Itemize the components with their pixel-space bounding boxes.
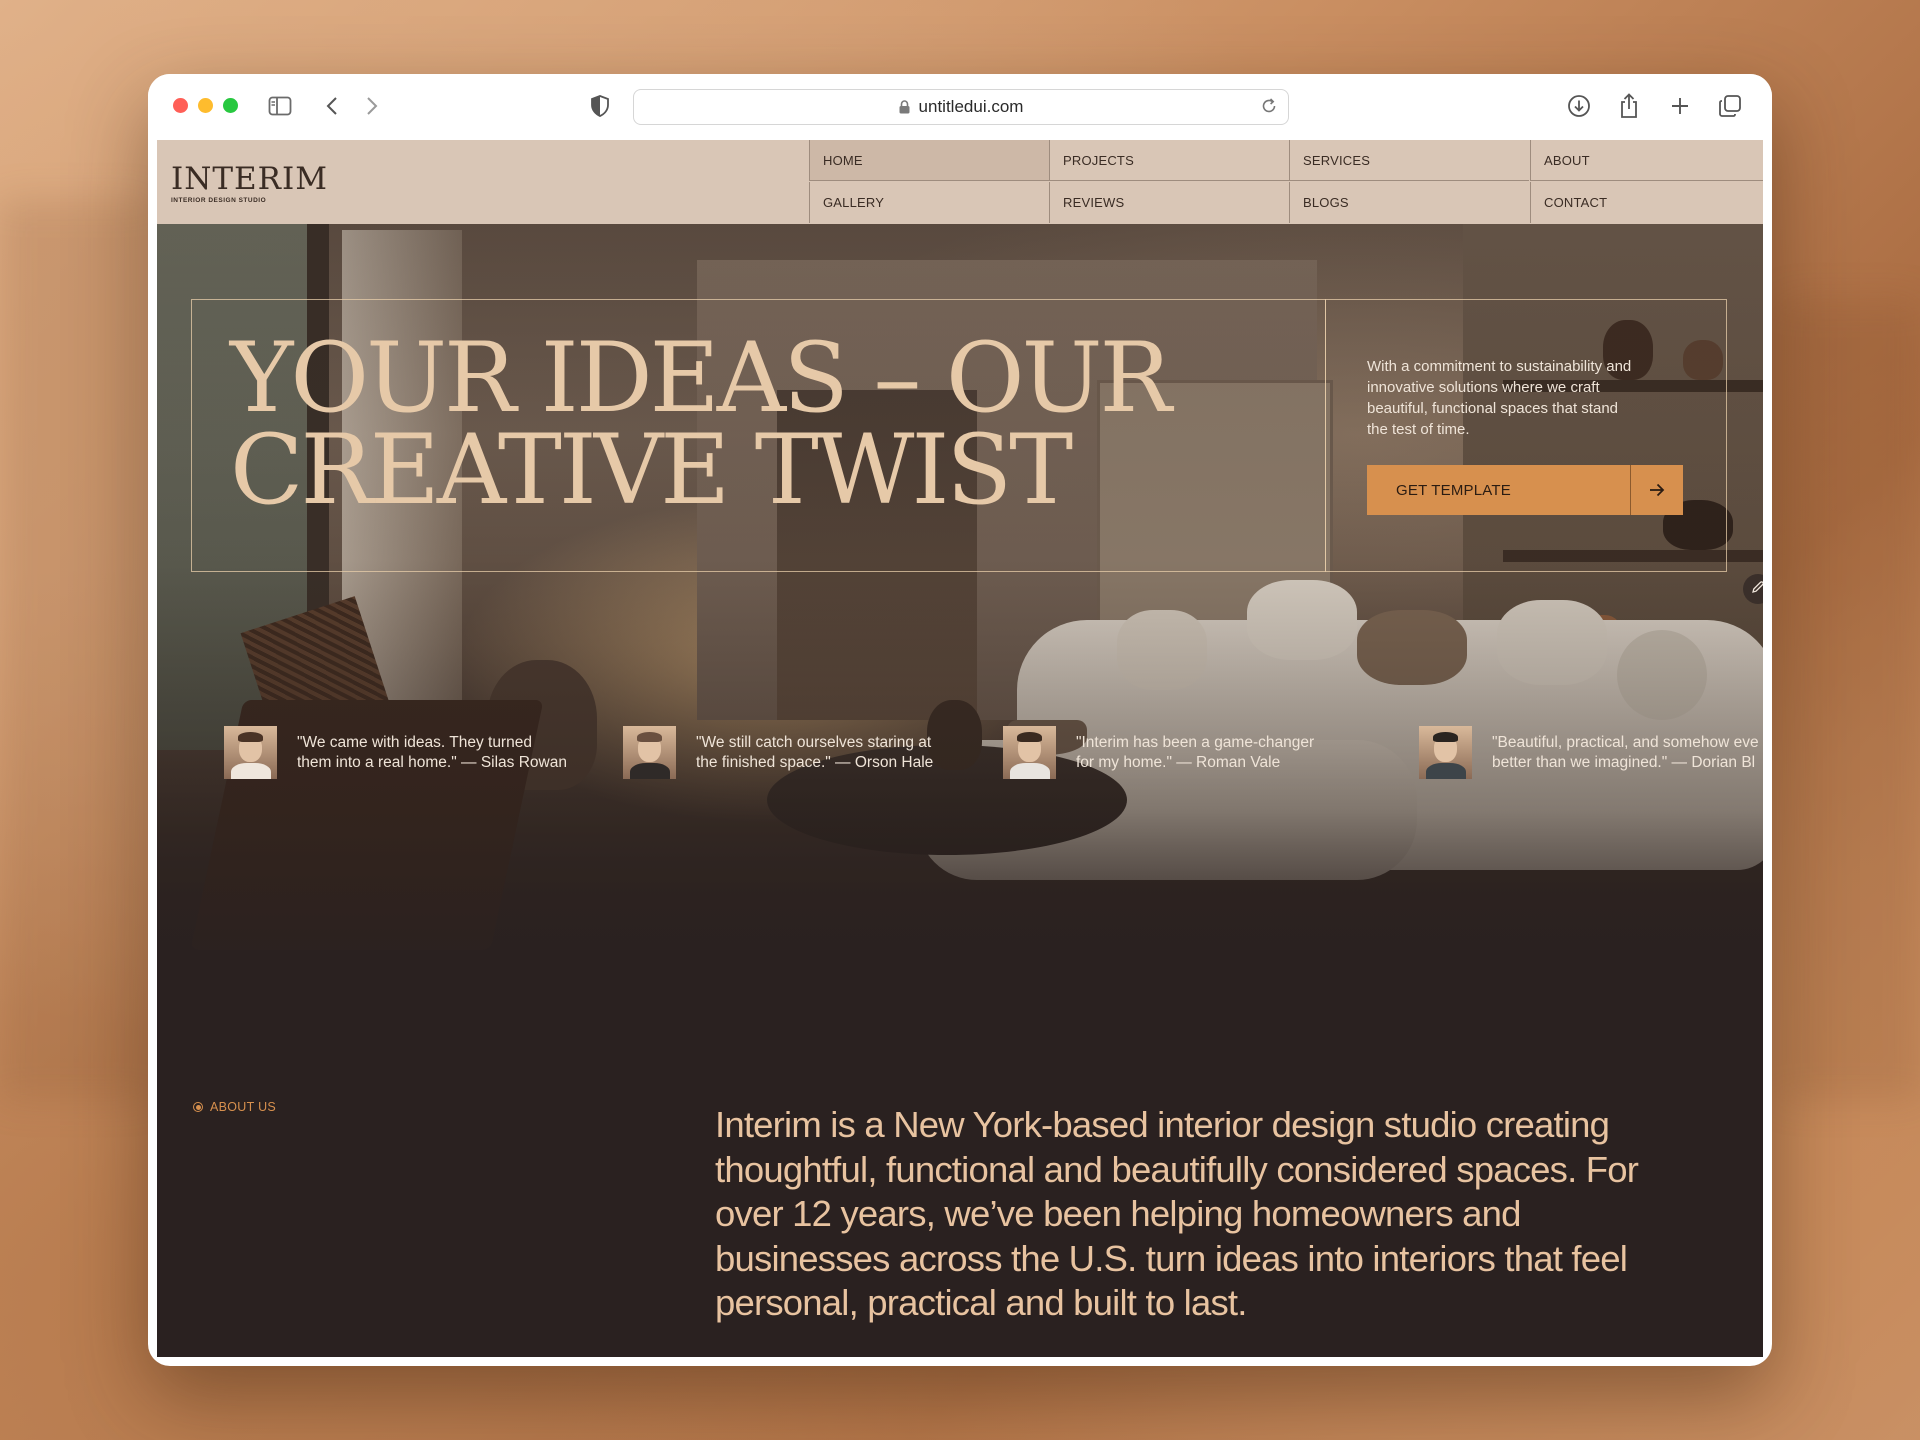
avatar	[1003, 726, 1056, 779]
hero-content: YOUR IDEAS – OUR CREATIVE TWIST With a c…	[191, 299, 1762, 574]
testimonial-item: "Interim has been a game-changer for my …	[1003, 726, 1314, 779]
forward-icon[interactable]	[358, 92, 386, 120]
about-us-tag: ABOUT US	[193, 1100, 276, 1114]
sidebar-toggle-icon[interactable]	[266, 92, 294, 120]
site-logo[interactable]: INTERIM INTERIOR DESIGN STUDIO	[171, 161, 329, 205]
tab-overview-icon[interactable]	[1716, 92, 1744, 120]
testimonial-quote: "We came with ideas. They turned them in…	[297, 733, 567, 771]
browser-toolbar: untitledui.com	[148, 74, 1772, 140]
target-dot-icon	[193, 1102, 203, 1112]
testimonial-quote: "We still catch ourselves staring at the…	[696, 733, 934, 771]
testimonial-item: "Beautiful, practical, and somehow eve b…	[1419, 726, 1759, 779]
nav-about[interactable]: ABOUT	[1530, 140, 1763, 181]
arrow-right-icon	[1630, 465, 1683, 515]
share-icon[interactable]	[1615, 92, 1643, 120]
close-window-button[interactable]	[173, 98, 188, 113]
address-bar[interactable]: untitledui.com	[633, 89, 1289, 125]
pencil-icon	[1751, 580, 1763, 599]
testimonial-item: "We still catch ourselves staring at the…	[623, 726, 933, 779]
logo-wordmark: INTERIM	[171, 161, 329, 197]
testimonials-ticker: "We came with ideas. They turned them in…	[157, 726, 1763, 780]
get-template-label: GET TEMPLATE	[1396, 481, 1511, 499]
minimize-window-button[interactable]	[198, 98, 213, 113]
get-template-button[interactable]: GET TEMPLATE	[1367, 465, 1683, 515]
testimonial-item: "We came with ideas. They turned them in…	[224, 726, 567, 779]
testimonial-quote: "Beautiful, practical, and somehow eve b…	[1492, 733, 1759, 771]
privacy-shield-icon[interactable]	[586, 92, 614, 120]
hero-side-panel: With a commitment to sustainability and …	[1325, 299, 1727, 572]
nav-gallery[interactable]: GALLERY	[809, 182, 1049, 223]
nav-services[interactable]: SERVICES	[1289, 140, 1529, 181]
lock-icon	[899, 100, 910, 114]
nav-projects[interactable]: PROJECTS	[1049, 140, 1289, 181]
nav-home[interactable]: HOME	[809, 140, 1049, 181]
nav-blogs[interactable]: BLOGS	[1289, 182, 1529, 223]
hero-description: With a commitment to sustainability and …	[1367, 358, 1632, 438]
url-text: untitledui.com	[918, 97, 1024, 116]
logo-subtitle: INTERIOR DESIGN STUDIO	[171, 197, 267, 204]
reload-icon[interactable]	[1260, 97, 1278, 115]
main-navigation: HOME PROJECTS SERVICES ABOUT GALLERY REV…	[809, 140, 1763, 224]
hero-title-box: YOUR IDEAS – OUR CREATIVE TWIST	[191, 299, 1326, 572]
nav-reviews[interactable]: REVIEWS	[1049, 182, 1289, 223]
zoom-window-button[interactable]	[223, 98, 238, 113]
new-tab-icon[interactable]	[1666, 92, 1694, 120]
web-page: INTERIM INTERIOR DESIGN STUDIO HOME PROJ…	[157, 140, 1763, 1357]
avatar	[623, 726, 676, 779]
about-us-label: ABOUT US	[210, 1100, 277, 1114]
avatar	[224, 726, 277, 779]
site-header: INTERIM INTERIOR DESIGN STUDIO HOME PROJ…	[157, 140, 1763, 224]
avatar	[1419, 726, 1472, 779]
browser-window: untitledui.com INTERIM INTERIOR DESIGN S…	[148, 74, 1772, 1366]
about-paragraph: Interim is a New York-based interior des…	[715, 1104, 1639, 1323]
testimonial-quote: "Interim has been a game-changer for my …	[1076, 733, 1315, 771]
nav-contact[interactable]: CONTACT	[1530, 182, 1763, 223]
back-icon[interactable]	[318, 92, 346, 120]
hero-title: YOUR IDEAS – OUR CREATIVE TWIST	[230, 322, 1172, 527]
downloads-icon[interactable]	[1565, 92, 1593, 120]
